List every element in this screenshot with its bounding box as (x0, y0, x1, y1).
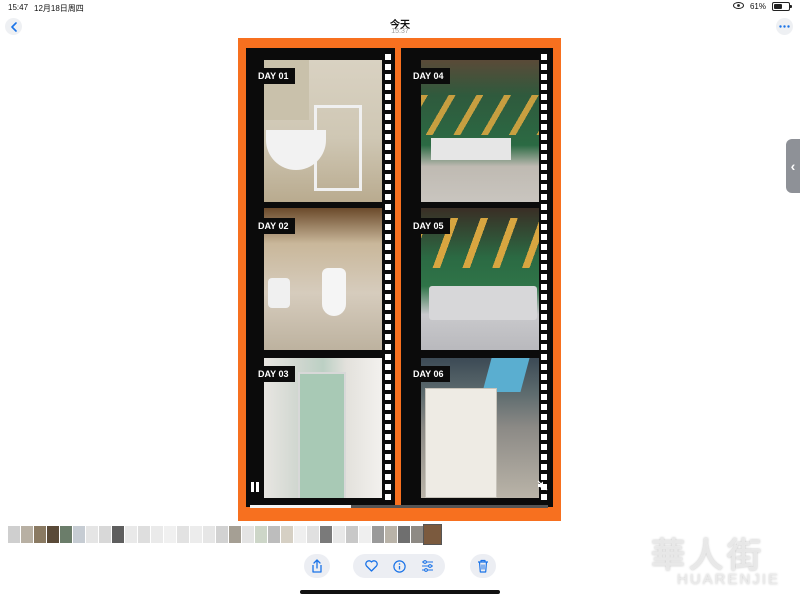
thumbnail[interactable] (268, 526, 280, 543)
battery-percent: 61% (749, 2, 766, 11)
thumbnail[interactable] (99, 526, 111, 543)
status-bar: 15:47 12月18日周四 61% (0, 0, 800, 14)
status-time: 15:47 (8, 3, 29, 12)
room-wardrobe (425, 388, 497, 498)
pause-button[interactable] (251, 482, 259, 492)
frame-label-wrap: DAY 02 (246, 210, 306, 240)
watermark: 華人街 HUARENJIE (651, 528, 796, 588)
video-progress-bar[interactable] (250, 505, 548, 508)
battery-icon (772, 2, 792, 11)
room-skylight (482, 358, 530, 392)
ellipsis-icon (779, 25, 790, 28)
thumbnail-strip[interactable] (8, 524, 442, 545)
video-progress-fill (250, 505, 352, 508)
room-wall-pattern (421, 95, 539, 135)
frame-label: DAY 02 (252, 218, 295, 234)
thumbnail[interactable] (307, 526, 319, 543)
chevron-left-icon: ‹ (790, 158, 796, 174)
thumbnail[interactable] (320, 526, 332, 543)
status-right: 61% (732, 2, 792, 11)
favorite-button[interactable] (360, 555, 382, 577)
share-icon (312, 559, 322, 573)
info-icon (392, 559, 406, 573)
page-subtitle: 15:37 (391, 28, 409, 35)
thumbnail[interactable] (164, 526, 176, 543)
sliders-icon (421, 560, 433, 572)
thumbnail[interactable] (411, 526, 423, 543)
room-desk (431, 138, 511, 160)
room-toilet (322, 268, 346, 316)
frame-label: DAY 05 (407, 218, 450, 234)
thumbnail[interactable] (229, 526, 241, 543)
thumbnail[interactable] (359, 526, 371, 543)
frame-label-wrap: DAY 06 (401, 358, 461, 388)
thumbnail[interactable] (177, 526, 189, 543)
status-date: 12月18日周四 (34, 4, 84, 13)
side-panel-tab[interactable]: ‹ (786, 139, 800, 193)
film-strip-right: DAY 04 DAY 05 DAY 06 (401, 48, 553, 507)
thumbnail[interactable] (47, 526, 59, 543)
thumbnail[interactable] (294, 526, 306, 543)
thumbnail-active[interactable] (423, 524, 442, 545)
thumbnail[interactable] (190, 526, 202, 543)
thumbnail[interactable] (203, 526, 215, 543)
room-bed (429, 286, 537, 320)
watermark-logo: 華人街 (651, 536, 765, 576)
speaker-muted-icon (537, 480, 548, 491)
thumbnail[interactable] (151, 526, 163, 543)
thumbnail[interactable] (125, 526, 137, 543)
room-shower-door (298, 372, 346, 498)
thumbnail[interactable] (372, 526, 384, 543)
film-strip-left: DAY 01 DAY 02 DAY 03 (246, 48, 395, 507)
home-indicator (300, 590, 500, 594)
frame-label-wrap: DAY 01 (246, 60, 306, 90)
more-button[interactable] (776, 18, 793, 35)
thumbnail[interactable] (255, 526, 267, 543)
thumbnail[interactable] (21, 526, 33, 543)
frame-label: DAY 04 (407, 68, 450, 84)
frame-label: DAY 03 (252, 366, 295, 382)
thumbnail[interactable] (385, 526, 397, 543)
thumbnail[interactable] (73, 526, 85, 543)
thumbnail[interactable] (112, 526, 124, 543)
thumbnail[interactable] (8, 526, 20, 543)
frame-label-wrap: DAY 05 (401, 210, 461, 240)
thumbnail[interactable] (86, 526, 98, 543)
trash-icon (478, 559, 488, 573)
share-button[interactable] (304, 554, 330, 578)
info-button[interactable] (388, 555, 410, 577)
thumbnail[interactable] (242, 526, 254, 543)
eye-icon (732, 2, 744, 11)
thumbnail[interactable] (333, 526, 345, 543)
thumbnail[interactable] (398, 526, 410, 543)
film-perforation (541, 54, 547, 501)
thumbnail[interactable] (216, 526, 228, 543)
thumbnail[interactable] (281, 526, 293, 543)
pause-icon (251, 482, 254, 492)
delete-button[interactable] (470, 554, 496, 578)
frame-label-wrap: DAY 03 (246, 358, 306, 388)
heart-icon (364, 560, 378, 572)
watermark-text: HUARENJIE (677, 571, 781, 588)
thumbnail[interactable] (34, 526, 46, 543)
thumbnail[interactable] (138, 526, 150, 543)
frame-label: DAY 06 (407, 366, 450, 382)
room-basin (268, 278, 290, 308)
pause-icon-bar (256, 482, 259, 492)
adjust-button[interactable] (416, 555, 438, 577)
toolbar-group (353, 554, 445, 578)
frame-label: DAY 01 (252, 68, 295, 84)
frame-label-wrap: DAY 04 (401, 60, 461, 90)
mute-button[interactable] (537, 480, 548, 494)
thumbnail[interactable] (346, 526, 358, 543)
film-perforation (385, 54, 391, 501)
main-photo[interactable]: DAY 01 DAY 02 DAY 03 DAY 04 DAY 05 DAY 0… (238, 38, 561, 521)
thumbnail[interactable] (60, 526, 72, 543)
